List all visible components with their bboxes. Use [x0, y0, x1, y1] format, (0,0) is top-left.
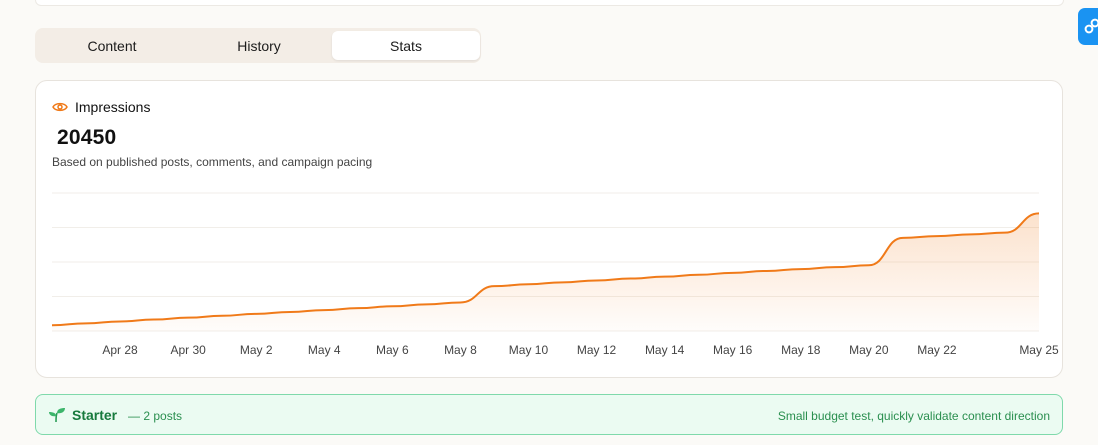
tier-post-count: — 2 posts	[128, 409, 183, 423]
tab-bar: Content History Stats	[35, 28, 481, 63]
tab-history[interactable]: History	[185, 31, 333, 60]
x-tick-label: May 4	[308, 343, 341, 357]
x-tick-label: May 8	[444, 343, 477, 357]
impressions-card: Impressions 20450 Based on published pos…	[35, 80, 1063, 378]
x-tick-label: May 22	[917, 343, 957, 357]
x-tick-label: Apr 30	[170, 343, 206, 357]
link-icon	[1084, 18, 1098, 34]
previous-card-edge	[35, 0, 1064, 6]
tier-starter[interactable]: Starter — 2 posts Small budget test, qui…	[35, 394, 1063, 435]
x-tick-label: May 25	[1019, 343, 1059, 357]
tab-content[interactable]: Content	[38, 31, 186, 60]
x-tick-label: May 12	[577, 343, 617, 357]
x-tick-label: May 2	[240, 343, 273, 357]
x-tick-label: Apr 28	[102, 343, 138, 357]
x-tick-label: May 20	[849, 343, 889, 357]
tab-stats[interactable]: Stats	[332, 31, 480, 60]
tier-description: Small budget test, quickly validate cont…	[777, 409, 1050, 423]
x-tick-label: May 14	[645, 343, 685, 357]
x-tick-label: May 10	[509, 343, 549, 357]
x-tick-label: May 6	[376, 343, 409, 357]
sprout-icon	[49, 408, 65, 423]
impressions-chart: Apr 28 Apr 30 May 2 May 4 May 6 May 8 May 10 Ma…	[51, 192, 1059, 357]
x-tick-label: May 18	[781, 343, 821, 357]
impressions-area	[52, 213, 1039, 331]
tier-name: Starter	[72, 407, 118, 423]
x-tick-label: May 16	[713, 343, 753, 357]
side-action-button[interactable]	[1078, 8, 1098, 45]
